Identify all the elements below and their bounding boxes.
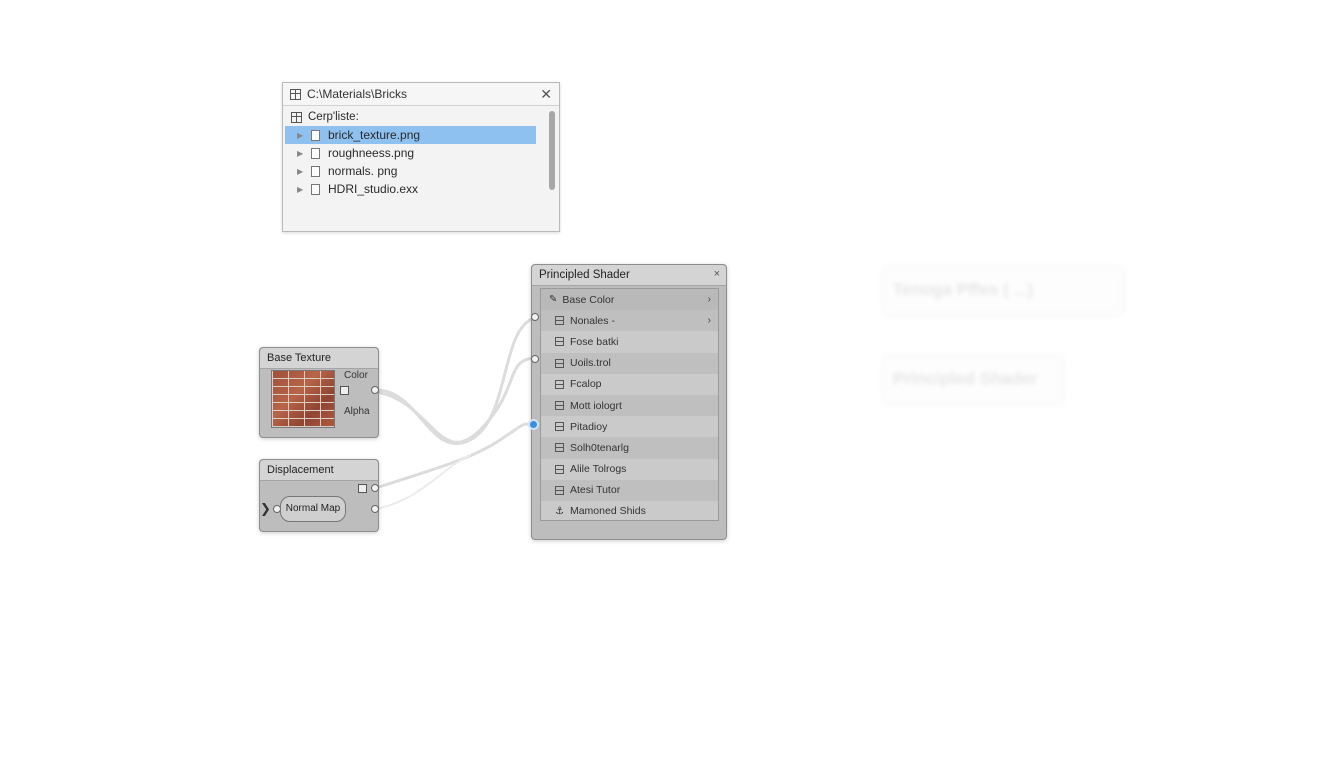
property-icon [555,358,564,368]
file-browser-path: C:\Materials\Bricks [307,87,408,101]
image-icon [340,386,349,395]
file-item[interactable]: ▶ roughneess.png [285,144,536,162]
wire-alpha [374,356,536,444]
brush-icon: ✎ [549,294,558,306]
property-icon [555,337,564,347]
file-name: HDRI_studio.exx [328,182,419,196]
chevron-right-icon[interactable]: › [708,315,711,326]
property-icon [555,422,564,432]
brick-texture-thumbnail [271,370,335,428]
folder-icon [290,88,301,100]
normal-map-field[interactable]: Normal Map [280,496,346,522]
property-icon [555,316,564,326]
list-icon [291,111,302,123]
property-icon [555,401,564,411]
file-item[interactable]: ▶ normals. png [285,162,536,180]
close-icon[interactable]: ✕ [540,86,552,103]
shader-input-label: Base Color [562,293,615,306]
file-name: normals. png [328,164,398,178]
ghost-panel: Tenuga Pffes ( ...) [882,266,1124,316]
file-name: roughneess.png [328,146,415,160]
active-input-socket[interactable] [528,419,539,430]
shader-input-list: ✎ Base Color › Nonales - › Fose batki Uo… [540,288,719,521]
shader-input-label: Fcalop [570,378,602,391]
shader-input-label: Solh0tenarlg [570,441,629,454]
chevron-right-icon[interactable]: › [708,294,711,305]
close-icon[interactable]: × [714,268,720,280]
shader-input-label: Pitadioy [570,420,608,433]
shader-input-label: Mamoned Shids [569,505,646,518]
base-texture-title: Base Texture [260,348,378,369]
expand-arrow-icon[interactable]: ▶ [297,185,307,194]
file-icon [311,183,320,195]
file-browser-scrollbar[interactable] [549,111,555,190]
displacement-output-socket[interactable] [371,484,379,492]
file-name: brick_texture.png [328,128,421,142]
shader-input-label: Mott iologrt [570,399,622,412]
wire-roughness [374,422,535,490]
ghost-panel-text: Tenuga Pffes ( ...) [893,280,1034,299]
file-icon [311,165,320,177]
base-color-input-socket[interactable] [531,313,539,321]
normal-map-output-socket[interactable] [371,505,379,513]
file-icon [311,147,320,159]
shader-input-row[interactable]: Uoils.trol [541,352,718,374]
shader-input-row[interactable]: Fose batki [541,331,718,352]
color-output-socket[interactable] [371,386,379,394]
input-arrow-icon: ❯ [260,501,271,516]
file-browser-titlebar: C:\Materials\Bricks ✕ [283,83,559,106]
ghost-panel: Principled Shader [882,355,1064,405]
expand-arrow-icon[interactable]: ▶ [297,149,307,158]
shader-input-label: Atesi Tutor [570,484,621,497]
anchor-icon: ⚓ [555,505,564,517]
displacement-title: Displacement [260,460,378,481]
shader-input-label: Alile Tolrogs [570,463,627,476]
file-list-header-label: Cerp'liste: [308,111,359,123]
displacement-node[interactable]: Displacement ❯ Normal Map [259,459,379,532]
shader-title: Principled Shader [532,265,726,286]
alpha-output-label: Alpha [344,406,370,417]
color-output-label: Color [344,370,368,381]
file-icon [311,129,320,141]
wire-color [374,316,536,445]
property-icon [555,443,564,453]
shader-input-row[interactable]: Nonales - › [541,310,718,332]
shader-input-row[interactable]: Solh0tenarlg [541,437,718,459]
file-item[interactable]: ▶ brick_texture.png [285,126,536,144]
expand-arrow-icon[interactable]: ▶ [297,131,307,140]
shader-input-label: Uoils.trol [570,357,611,370]
shader-input-row[interactable]: Mott iologrt [541,394,718,417]
shader-input-label: Nonales - [570,314,615,327]
base-texture-node[interactable]: Base Texture Color Alpha [259,347,379,438]
ghost-panel-text: Principled Shader [893,369,1038,388]
shader-input-row[interactable]: Atesi Tutor [541,479,718,501]
node-option-icon[interactable] [358,484,367,493]
shader-input-row[interactable]: Fcalop [541,374,718,395]
file-list-header: Cerp'liste: [283,108,559,126]
expand-arrow-icon[interactable]: ▶ [297,167,307,176]
property-icon [555,379,564,389]
shader-input-row[interactable]: ✎ Base Color › [541,289,718,311]
normal-input-socket[interactable] [531,355,539,363]
file-browser-panel: C:\Materials\Bricks ✕ Cerp'liste: ▶ bric… [282,82,560,232]
shader-input-row[interactable]: Pitadioy [541,416,718,437]
property-icon [555,464,564,474]
property-icon [555,485,564,495]
file-item[interactable]: ▶ HDRI_studio.exx [285,180,536,198]
principled-shader-node[interactable]: Principled Shader × ✎ Base Color › Nonal… [528,264,727,540]
shader-input-row[interactable]: Alile Tolrogs [541,459,718,480]
shader-input-row[interactable]: ⚓ Mamoned Shids [541,501,718,522]
shader-input-label: Fose batki [570,335,619,348]
